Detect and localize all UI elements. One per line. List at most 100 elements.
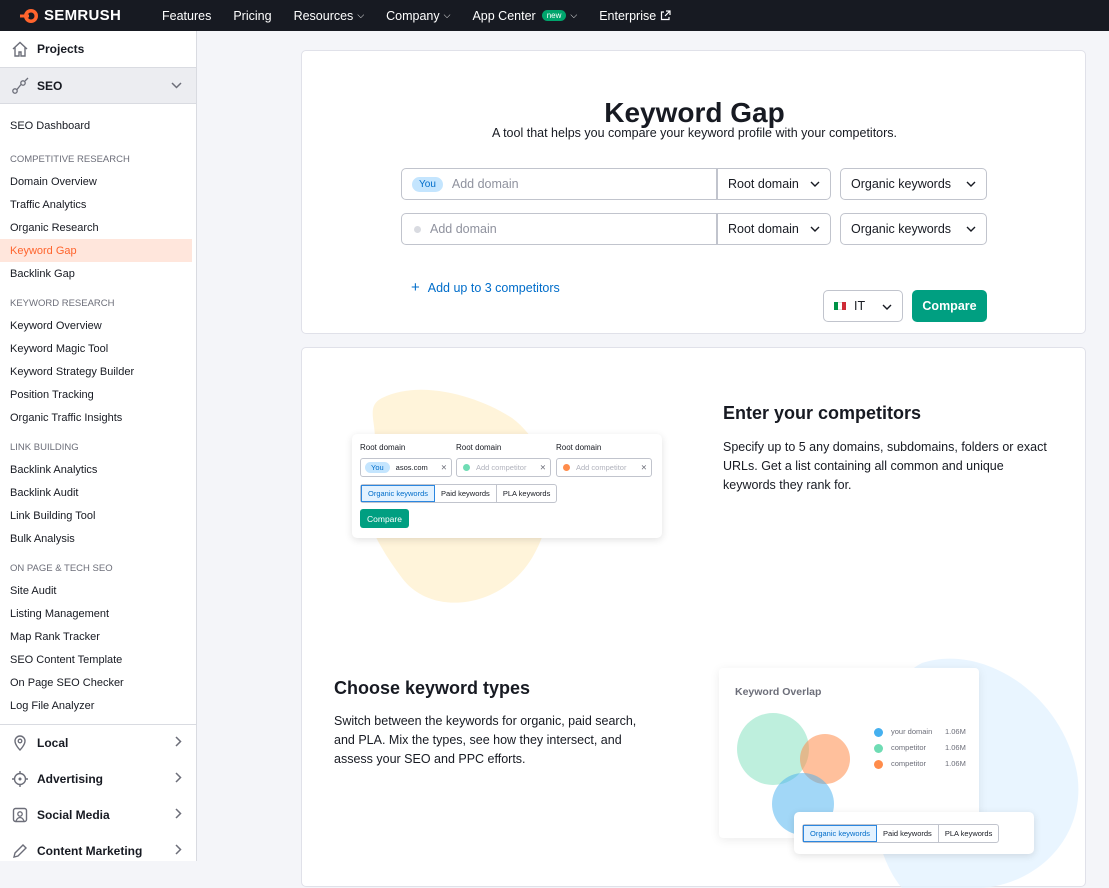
sidebar-item-link-building-tool[interactable]: Link Building Tool	[0, 504, 192, 527]
nav-app-center-label: App Center	[472, 8, 536, 23]
semrush-logo-icon	[20, 8, 38, 23]
close-icon: ✕	[539, 463, 546, 472]
your-domain-input[interactable]: You Add domain	[401, 168, 717, 200]
sidebar-item-domain-overview[interactable]: Domain Overview	[0, 170, 192, 193]
sidebar-item-site-audit[interactable]: Site Audit	[0, 579, 192, 602]
database-label: IT	[854, 299, 866, 313]
sidebar-item-label: Content Marketing	[37, 844, 143, 858]
sidebar-item-organic-traffic-insights[interactable]: Organic Traffic Insights	[0, 406, 192, 429]
keyword-type-label: Organic keywords	[851, 177, 952, 191]
sidebar-item-log-file-analyzer[interactable]: Log File Analyzer	[0, 694, 192, 717]
keyword-type-select-1[interactable]: Organic keywords	[840, 168, 987, 200]
sidebar-item-keyword-strategy-builder[interactable]: Keyword Strategy Builder	[0, 360, 192, 383]
scope-select-1[interactable]: Root domain	[717, 168, 831, 200]
enter-competitors-line-2: URLs. Get a list containing all common a…	[723, 459, 1004, 473]
home-icon	[10, 39, 30, 59]
legend-dot-icon	[874, 727, 883, 737]
mini-add-competitor: Add competitor	[576, 463, 627, 472]
competitor-form-illustration: Root domain Root domain Root domain You …	[352, 434, 662, 538]
overlap-legend-item: your domain 1.06M	[874, 724, 966, 740]
sidebar-item-keyword-magic-tool[interactable]: Keyword Magic Tool	[0, 337, 192, 360]
sidebar-item-position-tracking[interactable]: Position Tracking	[0, 383, 192, 406]
social-media-icon	[10, 805, 30, 825]
sidebar-item-label: Advertising	[37, 772, 104, 786]
sidebar-item-listing-management[interactable]: Listing Management	[0, 602, 192, 625]
semrush-logo[interactable]: SEMRUSH	[20, 7, 162, 24]
mini-tab-organic: Organic keywords	[803, 825, 878, 842]
chevron-down-icon: ⌵	[443, 10, 451, 20]
sidebar-item-backlink-analytics[interactable]: Backlink Analytics	[0, 458, 192, 481]
nav-resources[interactable]: Resources ⌵	[294, 9, 365, 23]
nav-resources-label: Resources	[293, 8, 354, 23]
sidebar-item-label: SEO	[37, 78, 63, 93]
close-icon: ✕	[440, 463, 447, 472]
mini-tab-pla: PLA keywords	[944, 829, 993, 838]
sidebar-item-keyword-gap[interactable]: Keyword Gap	[0, 239, 192, 262]
sidebar-item-on-page-seo-checker[interactable]: On Page SEO Checker	[0, 671, 192, 694]
sidebar-item-organic-research[interactable]: Organic Research	[0, 216, 192, 239]
sidebar-item-social-media[interactable]: Social Media	[0, 797, 196, 833]
keyword-type-select-2[interactable]: Organic keywords	[840, 213, 987, 245]
mini-add-competitor: Add competitor	[476, 463, 527, 472]
competitor-dot-icon	[563, 464, 570, 471]
nav-enterprise[interactable]: Enterprise	[599, 9, 671, 23]
you-badge: You	[412, 176, 443, 192]
keyword-type-tabs-illustration: Organic keywords Paid keywords PLA keywo…	[794, 812, 1034, 854]
enter-competitors-line-1: Specify up to 5 any domains, subdomains,…	[723, 440, 1047, 454]
sidebar-item-projects[interactable]: Projects	[0, 31, 196, 67]
sidebar-item-seo-content-template[interactable]: SEO Content Template	[0, 648, 192, 671]
compare-button[interactable]: Compare	[912, 290, 987, 322]
legend-dot-icon	[874, 743, 883, 753]
features-card: Root domain Root domain Root domain You …	[301, 347, 1086, 888]
mini-tab-organic: Organic keywords	[361, 485, 436, 502]
sidebar-item-backlink-gap[interactable]: Backlink Gap	[0, 262, 192, 285]
seo-icon	[10, 76, 30, 96]
add-competitors-link[interactable]: + Add up to 3 competitors	[411, 279, 560, 296]
map-pin-icon	[10, 733, 30, 753]
sidebar-item-map-rank-tracker[interactable]: Map Rank Tracker	[0, 625, 192, 648]
scope-select-label: Root domain	[728, 222, 799, 236]
sidebar-item-seo[interactable]: SEO	[0, 67, 196, 104]
mini-root-domain-2: Root domain	[456, 443, 502, 452]
sidebar-item-seo-dashboard[interactable]: SEO Dashboard	[0, 114, 192, 137]
choose-keyword-types-line-1: Switch between the keywords for organic,…	[334, 714, 637, 728]
sidebar: Projects SEO SEO Dashboard COMPETITIVE R…	[0, 31, 197, 861]
database-select[interactable]: IT	[823, 290, 903, 322]
nav-pricing[interactable]: Pricing	[233, 9, 271, 23]
sidebar-item-label: Social Media	[37, 808, 110, 822]
chevron-down-icon	[810, 179, 820, 190]
sidebar-item-traffic-analytics[interactable]: Traffic Analytics	[0, 193, 192, 216]
nav-app-center[interactable]: App Center new ⌵	[472, 9, 577, 23]
sidebar-item-local[interactable]: Local	[0, 725, 196, 761]
nav-features[interactable]: Features	[162, 9, 211, 23]
choose-keyword-types-title: Choose keyword types	[334, 678, 531, 698]
sidebar-item-bulk-analysis[interactable]: Bulk Analysis	[0, 527, 192, 550]
nav-company[interactable]: Company ⌵	[386, 9, 450, 23]
enter-competitors-title: Enter your competitors	[723, 403, 922, 423]
sidebar-item-advertising[interactable]: Advertising	[0, 761, 196, 797]
plus-icon: +	[411, 279, 420, 296]
target-icon	[10, 769, 30, 789]
sidebar-item-content-marketing[interactable]: Content Marketing	[0, 833, 196, 861]
your-domain-placeholder: Add domain	[451, 177, 519, 191]
nav-enterprise-label: Enterprise	[599, 8, 657, 23]
chevron-right-icon	[175, 736, 182, 750]
sidebar-item-backlink-audit[interactable]: Backlink Audit	[0, 481, 192, 504]
chevron-down-icon	[882, 299, 892, 313]
mini-competitor-1: Add competitor ✕	[456, 458, 551, 477]
sidebar-item-keyword-overview[interactable]: Keyword Overview	[0, 314, 192, 337]
mini-keyword-tabs: Organic keywords Paid keywords PLA keywo…	[360, 484, 558, 503]
choose-keyword-types-line-3: assess your SEO and PPC efforts.	[334, 752, 526, 766]
italy-flag-icon	[834, 302, 846, 310]
legend-label: competitor	[891, 743, 927, 752]
competitor-domain-input[interactable]: Add domain	[401, 213, 717, 245]
legend-label: your domain	[891, 727, 933, 736]
choose-keyword-types-line-2: and PLA. Mix the types, see how they int…	[334, 733, 622, 747]
scope-select-2[interactable]: Root domain	[717, 213, 831, 245]
mini-domain-value: asos.com	[395, 463, 428, 472]
mini-root-domain-1: Root domain	[360, 443, 406, 452]
competitor-domain-placeholder: Add domain	[430, 222, 497, 236]
competitor-dot-icon	[463, 464, 470, 471]
chevron-down-icon	[810, 224, 820, 235]
top-navigation-bar: SEMRUSH Features Pricing Resources ⌵ Comp…	[0, 0, 1109, 31]
